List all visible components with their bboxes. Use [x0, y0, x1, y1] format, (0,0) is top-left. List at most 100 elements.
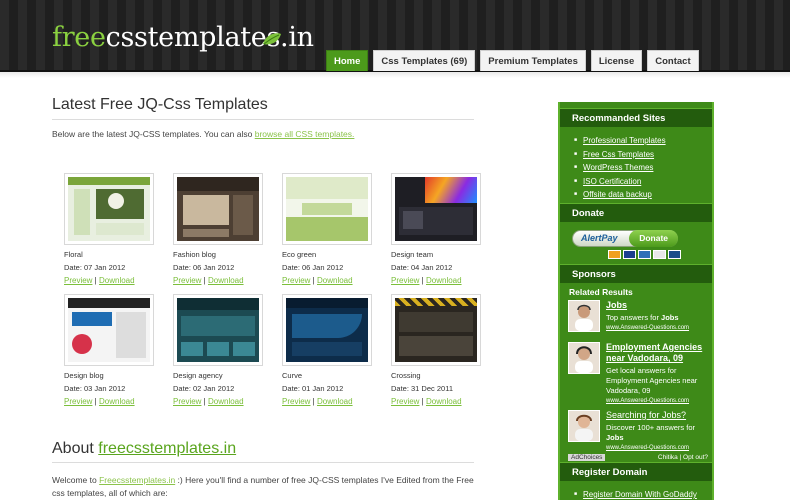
payment-cards	[608, 250, 681, 259]
template-card: Fashion blog Date: 06 Jan 2012 Preview |…	[173, 173, 269, 285]
page-title: Latest Free JQ-Css Templates	[52, 96, 474, 120]
welcome-pre: Welcome to	[52, 475, 97, 485]
ad-headline[interactable]: Jobs	[606, 300, 710, 311]
nav-tab-license[interactable]: License	[590, 50, 643, 71]
download-link[interactable]: Download	[317, 397, 353, 406]
logo-text-main: csstemplates.in	[105, 22, 314, 53]
template-name: Eco green	[282, 250, 317, 259]
download-link[interactable]: Download	[99, 397, 135, 406]
recommended-item[interactable]: WordPress Themes	[574, 161, 712, 175]
preview-link[interactable]: Preview	[173, 276, 201, 285]
template-card: Design agency Date: 02 Jan 2012 Preview …	[173, 294, 269, 406]
main-content: Latest Free JQ-Css Templates Below are t…	[52, 96, 481, 406]
recommended-item[interactable]: Free Css Templates	[574, 148, 712, 162]
adchoices-link[interactable]: AdChoices	[568, 454, 606, 461]
ad-url[interactable]: www.Answered-Questions.com	[606, 398, 710, 404]
template-card: Eco green Date: 06 Jan 2012 Preview | Do…	[282, 173, 378, 285]
download-link[interactable]: Download	[317, 276, 353, 285]
donate-button-label: Donate	[629, 230, 678, 247]
template-thumbnail[interactable]	[282, 173, 372, 245]
recommended-item[interactable]: ISO Certification	[574, 175, 712, 189]
ad-image	[568, 410, 600, 442]
template-name: Design team	[391, 250, 434, 259]
template-thumbnail[interactable]	[64, 173, 154, 245]
recommended-item[interactable]: Professional Templates	[574, 134, 712, 148]
bank-transfer-icon	[668, 250, 681, 259]
template-thumbnail[interactable]	[173, 173, 263, 245]
bank-icon	[653, 250, 666, 259]
template-thumbnail[interactable]	[391, 294, 481, 366]
thumb-curve	[286, 298, 368, 362]
sponsored-ad[interactable]: Employment Agencies near Vadodara, 09 Ge…	[568, 342, 708, 404]
preview-link[interactable]: Preview	[64, 397, 92, 406]
thumb-design-blog	[68, 298, 150, 362]
about-section: About freecsstemplates.in Welcome to Fre…	[52, 440, 474, 500]
template-thumbnail[interactable]	[391, 173, 481, 245]
thumb-design-team	[395, 177, 477, 241]
sidebar: Recommanded Sites Professional Templates…	[558, 102, 714, 500]
template-name: Design blog	[64, 371, 104, 380]
template-date: Date: 03 Jan 2012	[64, 384, 126, 393]
register-list: Register Domain With GoDaddy	[560, 481, 712, 500]
template-date: Date: 04 Jan 2012	[391, 263, 453, 272]
browse-all-link[interactable]: browse all CSS templates.	[255, 129, 355, 139]
download-link[interactable]: Download	[208, 276, 244, 285]
nav-tab-contact[interactable]: Contact	[647, 50, 699, 71]
thumb-crossing	[395, 298, 477, 362]
ad-url[interactable]: www.Answered-Questions.com	[606, 445, 710, 451]
sponsored-ad[interactable]: Jobs Top answers for Jobs www.Answered-Q…	[568, 300, 708, 340]
amex-icon	[638, 250, 651, 259]
nav-tab-home[interactable]: Home	[326, 50, 369, 71]
download-link[interactable]: Download	[208, 397, 244, 406]
main-nav: Home Css Templates (69) Premium Template…	[326, 50, 699, 71]
preview-link[interactable]: Preview	[391, 397, 419, 406]
register-domain-title: Register Domain	[560, 462, 712, 481]
download-link[interactable]: Download	[426, 276, 462, 285]
nav-tab-css-templates[interactable]: Css Templates (69)	[373, 50, 476, 71]
download-link[interactable]: Download	[99, 276, 135, 285]
preview-link[interactable]: Preview	[282, 276, 310, 285]
about-site-link[interactable]: freecsstemplates.in	[98, 440, 236, 457]
chitika-optout-link[interactable]: Chitika | Opt out?	[658, 454, 708, 461]
sponsored-ad[interactable]: Searching for Jobs? Discover 100+ answer…	[568, 410, 708, 454]
ad-description: Discover 100+ answers for Jobs	[606, 423, 695, 442]
welcome-site-link[interactable]: Freecsstemplates.in	[99, 475, 175, 485]
template-date: Date: 06 Jan 2012	[173, 263, 235, 272]
header-shadow	[0, 72, 790, 78]
thumb-floral	[68, 177, 150, 241]
preview-link[interactable]: Preview	[282, 397, 310, 406]
ad-image	[568, 300, 600, 332]
register-domain-section: Register Domain Register Domain With GoD…	[560, 462, 712, 500]
template-date: Date: 06 Jan 2012	[282, 263, 344, 272]
thumb-design-agency	[177, 298, 259, 362]
preview-link[interactable]: Preview	[173, 397, 201, 406]
logo-text-free: free	[52, 22, 106, 53]
ad-headline[interactable]: Searching for Jobs?	[606, 410, 710, 421]
recommended-title: Recommanded Sites	[560, 108, 712, 127]
register-item[interactable]: Register Domain With GoDaddy	[574, 488, 712, 500]
recommended-item[interactable]: Offsite data backup	[574, 188, 712, 202]
ad-url[interactable]: www.Answered-Questions.com	[606, 325, 710, 331]
template-card: Design blog Date: 03 Jan 2012 Preview | …	[64, 294, 160, 406]
adchoices-bar: AdChoices Chitika | Opt out?	[568, 454, 708, 461]
mastercard-icon	[608, 250, 621, 259]
template-name: Design agency	[173, 371, 223, 380]
preview-link[interactable]: Preview	[64, 276, 92, 285]
template-card: Floral Date: 07 Jan 2012 Preview | Downl…	[64, 173, 160, 285]
alertpay-donate-button[interactable]: AlertPay Donate	[572, 230, 678, 247]
preview-link[interactable]: Preview	[391, 276, 419, 285]
ad-headline[interactable]: Employment Agencies near Vadodara, 09	[606, 342, 710, 364]
template-name: Curve	[282, 371, 303, 380]
template-thumbnail[interactable]	[64, 294, 154, 366]
ad-description: Top answers for Jobs	[606, 313, 679, 322]
about-title: About freecsstemplates.in	[52, 440, 474, 463]
alertpay-label: AlertPay	[581, 233, 618, 243]
nav-tab-premium-templates[interactable]: Premium Templates	[480, 50, 586, 71]
ad-image	[568, 342, 600, 374]
template-date: Date: 02 Jan 2012	[173, 384, 235, 393]
template-thumbnail[interactable]	[282, 294, 372, 366]
sponsors-title: Sponsors	[560, 264, 712, 283]
template-thumbnail[interactable]	[173, 294, 263, 366]
about-label: About	[52, 440, 94, 457]
download-link[interactable]: Download	[426, 397, 462, 406]
